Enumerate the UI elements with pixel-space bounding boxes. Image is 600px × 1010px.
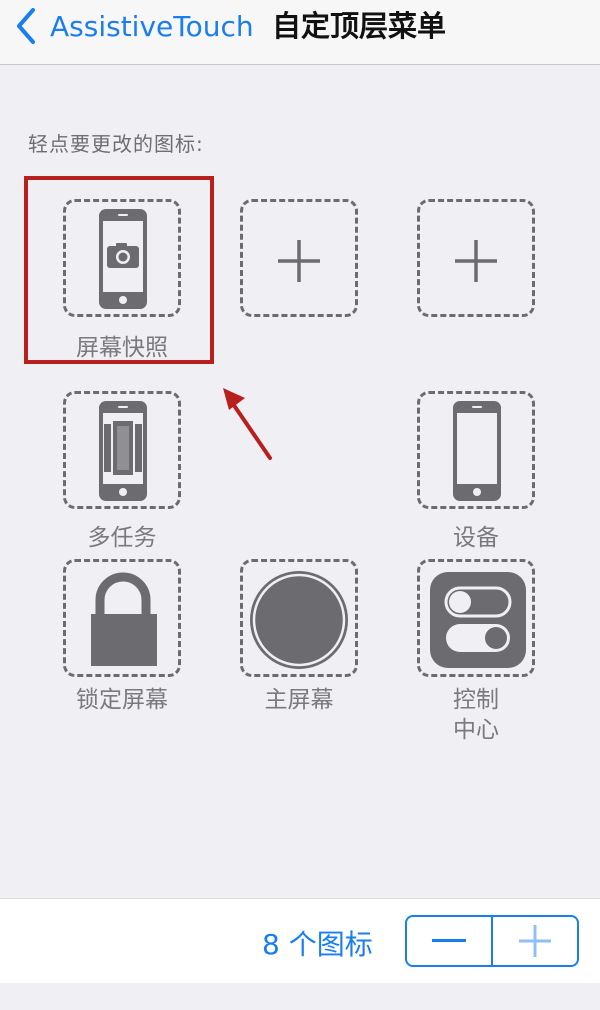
decrease-button[interactable] (407, 917, 491, 965)
navigation-bar: AssistiveTouch 自定顶层菜单 (0, 0, 600, 65)
page-title: 自定顶层菜单 (272, 9, 447, 43)
slot-empty-2[interactable] (240, 199, 358, 317)
slot-label-device: 设备 (453, 525, 499, 551)
plus-icon (455, 240, 497, 282)
home-icon (250, 571, 348, 669)
multitasking-icon (99, 401, 147, 501)
slot-multitasking[interactable] (63, 391, 181, 509)
back-button-label: AssistiveTouch (50, 9, 254, 43)
icon-count-label: 8 个图标 (262, 928, 373, 961)
slot-device[interactable] (417, 391, 535, 509)
plus-icon (278, 240, 320, 282)
increase-button[interactable] (493, 917, 577, 965)
slot-label-lock-screen: 锁定屏幕 (76, 687, 168, 713)
chevron-left-icon (17, 8, 35, 44)
slot-label-multitasking: 多任务 (87, 525, 157, 551)
icon-count-stepper (405, 915, 579, 967)
back-button[interactable]: AssistiveTouch (14, 6, 254, 46)
plus-icon (519, 925, 551, 957)
arrow-annotation (223, 388, 272, 460)
slot-label-control-center: 控制 中心 (453, 687, 499, 743)
minus-icon (432, 939, 466, 942)
slot-home[interactable] (240, 559, 358, 677)
control-center-icon (430, 572, 526, 668)
slot-label-home: 主屏幕 (264, 687, 334, 713)
section-label: 轻点要更改的图标: (28, 132, 204, 156)
icon-count-bar: 8 个图标 (0, 898, 600, 984)
slot-lock-screen[interactable] (63, 559, 181, 677)
slot-control-center[interactable] (417, 559, 535, 677)
bottom-spacer (0, 983, 600, 1010)
device-icon (453, 401, 501, 501)
highlight-box (24, 176, 214, 364)
slot-empty-3[interactable] (417, 199, 535, 317)
lock-icon (91, 572, 157, 666)
